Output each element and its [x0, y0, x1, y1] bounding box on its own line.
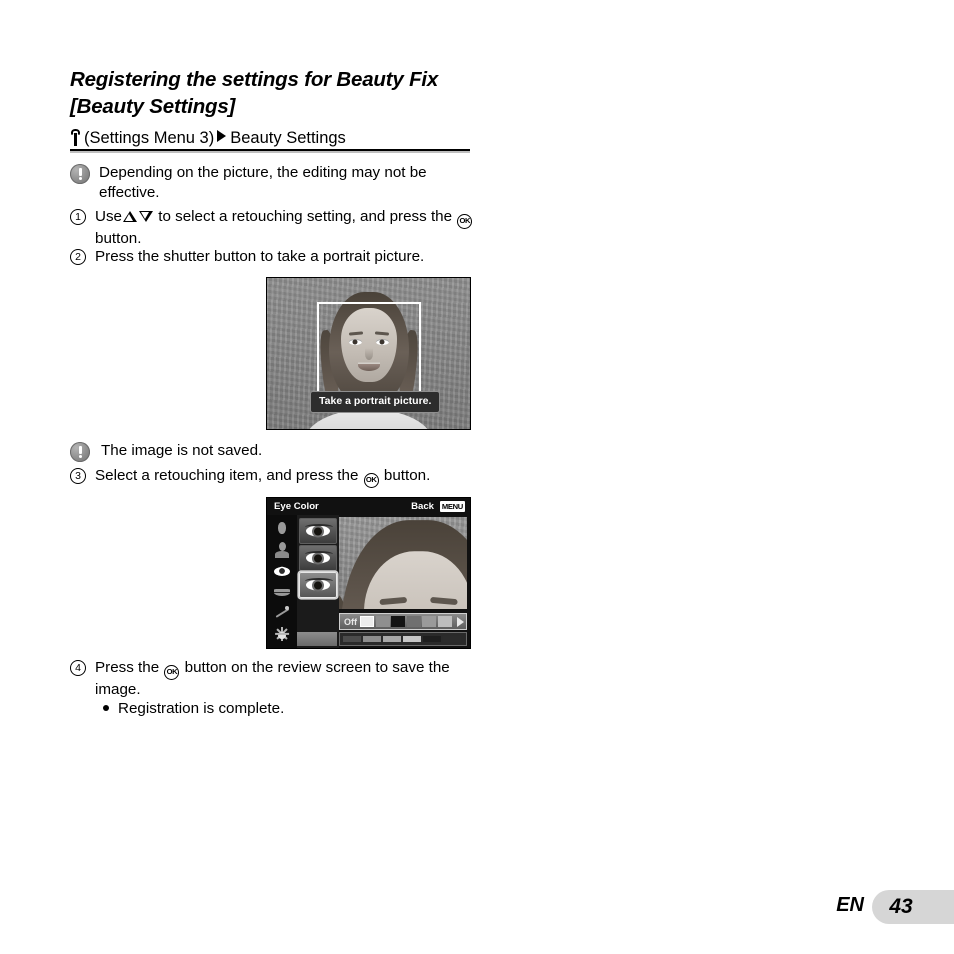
- eye-color-slider[interactable]: Off: [339, 613, 467, 630]
- preview-subject: [339, 517, 467, 609]
- bottom-swatch-1: [343, 636, 361, 642]
- bottom-swatch-3: [383, 636, 401, 642]
- footer-language: EN: [836, 894, 864, 916]
- back-label[interactable]: Back: [411, 498, 434, 515]
- caution-icon: [70, 442, 90, 462]
- face-preview: [339, 517, 467, 609]
- step-row-4: 4 Press the OK button on the review scre…: [70, 658, 470, 700]
- color-swatch-2[interactable]: [375, 616, 390, 627]
- eye-lash-graphic: [305, 524, 333, 530]
- wrench-icon: [70, 129, 81, 146]
- step-row-2: 2 Press the shutter button to take a por…: [70, 247, 475, 267]
- wand-icon[interactable]: [272, 605, 292, 621]
- eyebrow-left: [379, 596, 408, 605]
- breadcrumb: (Settings Menu 3) Beauty Settings: [70, 127, 470, 149]
- step-number-2: 2: [70, 249, 86, 265]
- bottom-swatch-2: [363, 636, 381, 642]
- step-number-1: 1: [70, 209, 86, 225]
- color-swatch-1[interactable]: [360, 616, 374, 627]
- bullet-icon: [103, 705, 109, 711]
- step-number-3: 3: [70, 468, 86, 484]
- breadcrumb-divider: [70, 149, 470, 153]
- retouch-category-sidebar[interactable]: [267, 515, 297, 648]
- bottom-swatch-4: [403, 636, 421, 642]
- page-number: 43: [872, 890, 954, 924]
- step-text-4: Press the OK button on the review screen…: [95, 658, 470, 700]
- slider-label: Off: [344, 616, 357, 627]
- sparkle-icon[interactable]: [272, 626, 292, 642]
- eye-lash-graphic: [305, 551, 333, 557]
- bottom-swatch-5: [423, 636, 441, 642]
- eye-option-3[interactable]: [299, 572, 337, 598]
- color-swatch-4[interactable]: [406, 616, 421, 627]
- step-row-3: 3 Select a retouching item, and press th…: [70, 466, 475, 488]
- step4-text-a: Press the: [95, 659, 160, 676]
- bottom-swatch-6: [443, 636, 461, 642]
- ok-button-icon: OK: [363, 473, 379, 488]
- step3-text-b: button.: [383, 467, 431, 484]
- note-row-2: The image is not saved.: [70, 441, 470, 462]
- ok-button-icon: OK: [164, 665, 180, 680]
- triangle-right-icon: [217, 130, 227, 142]
- capture-caption: Take a portrait picture.: [310, 391, 441, 413]
- eye-option-2[interactable]: [299, 545, 337, 571]
- triangle-right-icon[interactable]: [457, 616, 464, 627]
- note-text-1: Depending on the picture, the editing ma…: [99, 164, 427, 201]
- breadcrumb-menu-label: (Settings Menu 3): [84, 129, 215, 147]
- face-body-icon[interactable]: [272, 541, 292, 559]
- note-text-2: The image is not saved.: [101, 442, 263, 459]
- step-row-1: 1 Use to select a retouching setting, an…: [70, 207, 475, 249]
- caution-icon: [70, 164, 90, 184]
- camera-screen-portrait: Take a portrait picture.: [266, 277, 471, 430]
- ok-button-icon: OK: [457, 214, 473, 229]
- step1-text-a: Use: [95, 208, 123, 225]
- eyebrow-right: [430, 596, 458, 605]
- menu-badge[interactable]: MENU: [439, 501, 465, 512]
- step3-text-a: Select a retouching item, and press the: [95, 467, 359, 484]
- color-swatch-5[interactable]: [422, 616, 436, 627]
- sidebar-footer-block: [297, 632, 337, 646]
- camera-screen-eye-color: Eye Color Back MENU Off: [266, 497, 471, 649]
- step-number-4: 4: [70, 660, 86, 676]
- face-detection-frame: [317, 302, 421, 394]
- bullet-text-1: Registration is complete.: [118, 700, 285, 717]
- eye-color-header: Eye Color Back MENU: [267, 498, 470, 515]
- breadcrumb-target-label: Beauty Settings: [230, 129, 346, 147]
- bullet-row-1: Registration is complete.: [103, 699, 463, 719]
- bottom-strip: [339, 632, 467, 646]
- lips-icon[interactable]: [272, 584, 292, 600]
- step1-text-c: button.: [95, 230, 142, 247]
- color-swatch-3[interactable]: [391, 616, 405, 627]
- face-icon[interactable]: [272, 521, 292, 537]
- step1-text-b: to select a retouching setting, and pres…: [158, 208, 453, 225]
- manual-page: Registering the settings for Beauty Fix …: [0, 0, 954, 954]
- eye-icon[interactable]: [272, 563, 292, 579]
- step-text-1: Use to select a retouching setting, and …: [95, 207, 475, 249]
- note-row-1: Depending on the picture, the editing ma…: [70, 163, 470, 202]
- triangle-down-icon: [139, 211, 154, 222]
- step-text-3: Select a retouching item, and press the …: [95, 466, 430, 488]
- eye-option-1[interactable]: [299, 518, 337, 544]
- step-text-2: Press the shutter button to take a portr…: [95, 248, 425, 265]
- eye-lash-graphic: [305, 578, 333, 584]
- eye-color-title: Eye Color: [274, 501, 319, 512]
- eye-option-list[interactable]: [297, 515, 339, 648]
- triangle-up-icon: [123, 211, 138, 222]
- color-swatch-6[interactable]: [437, 616, 452, 627]
- page-title: Registering the settings for Beauty Fix …: [70, 68, 439, 118]
